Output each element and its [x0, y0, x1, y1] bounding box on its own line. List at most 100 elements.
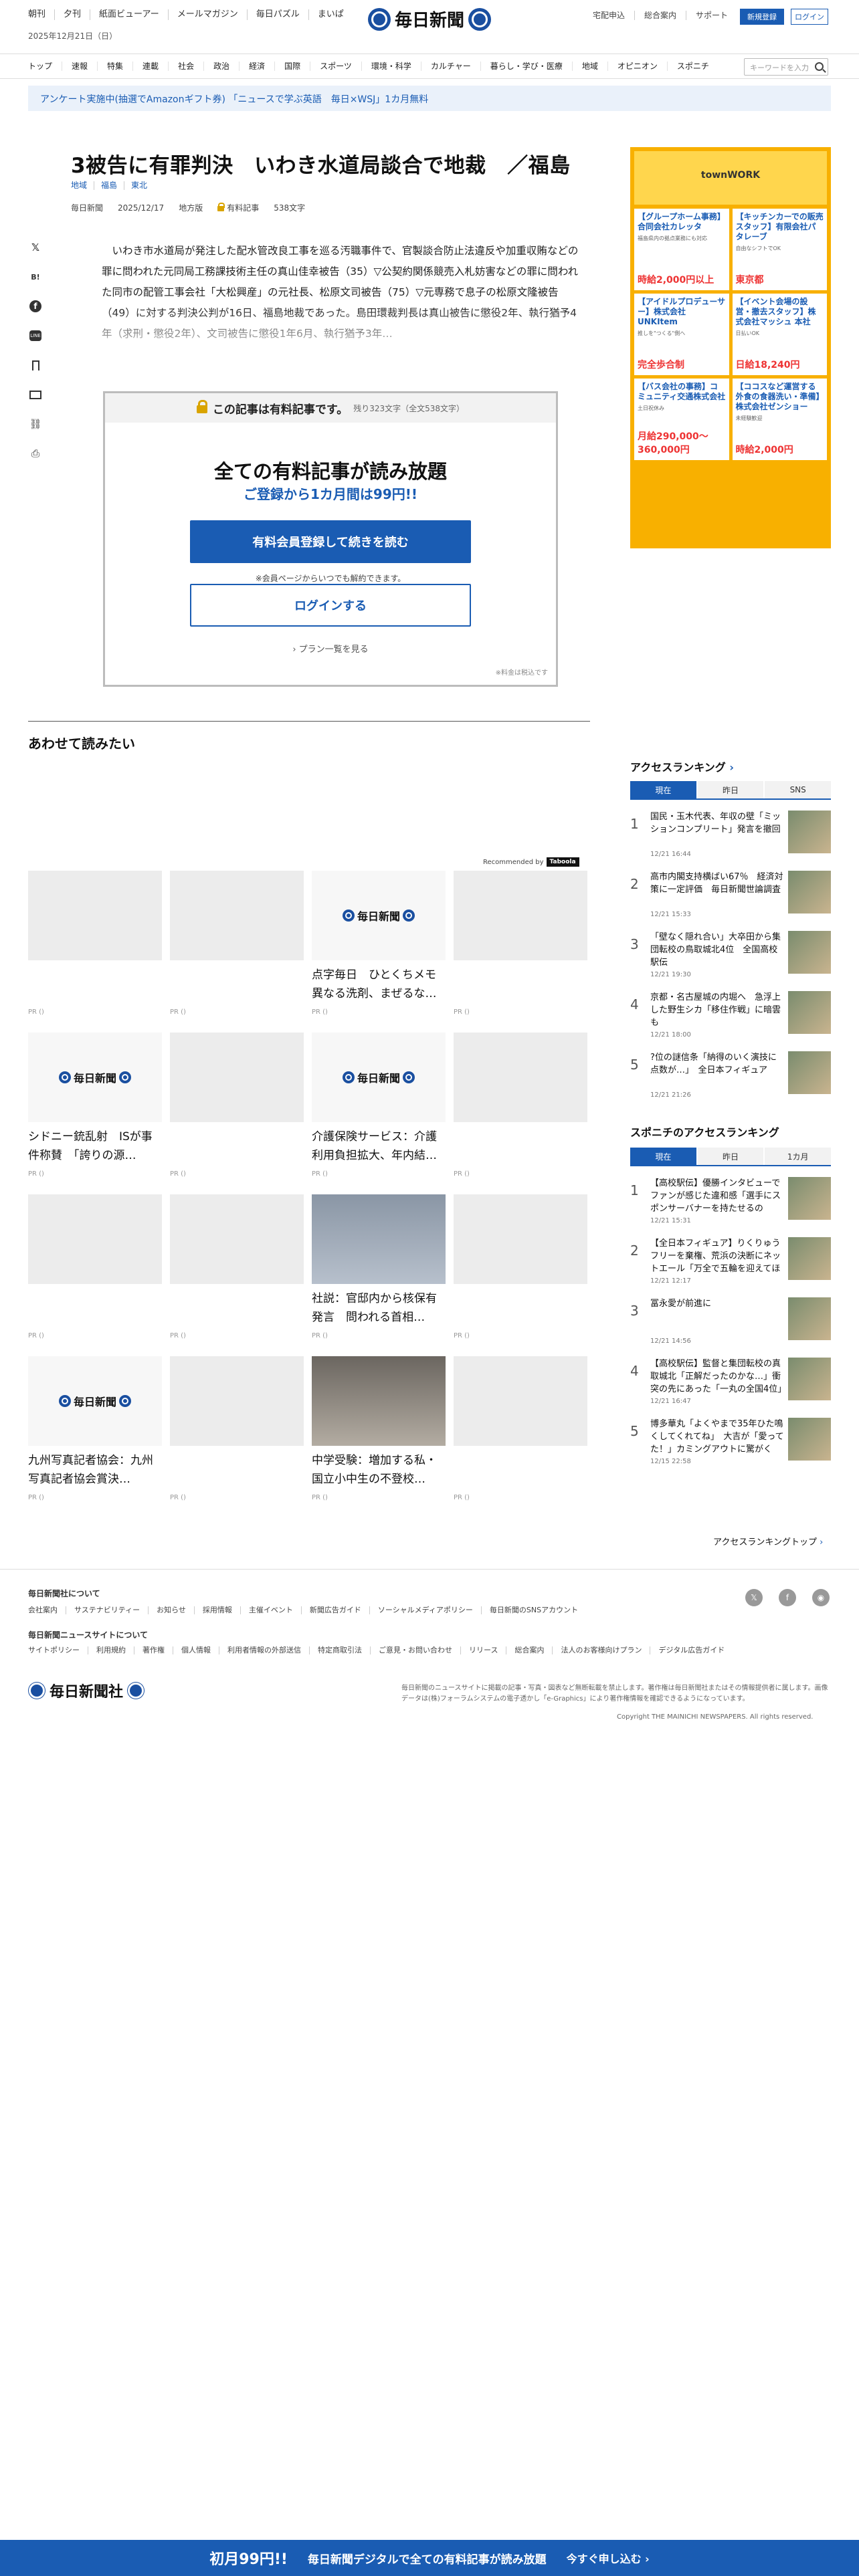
ranking-item[interactable]: 4 【高校駅伝】監督と集団転校の真取城北「正解だったのかな…」衝突の先にあった「一… [630, 1356, 831, 1410]
footer-link[interactable]: 採用情報 [195, 1606, 241, 1614]
category-link[interactable]: 地域 [71, 181, 95, 190]
related-card[interactable]: 中学受験：増加する私・国立小中生の不登校… PR () [312, 1356, 446, 1501]
top-link[interactable]: 毎日パズル [248, 9, 309, 20]
ranking-item[interactable]: 1 【高校駅伝】優勝インタビューでファンが感じた違和感「選手にスポンサーバナーを持… [630, 1176, 831, 1229]
related-card[interactable]: PR () [170, 1194, 304, 1339]
footer-link[interactable]: サイトポリシー [28, 1646, 88, 1654]
subscribe-button[interactable]: 有料会員登録して続きを読む [190, 520, 471, 563]
related-card[interactable]: PR () [28, 871, 162, 1016]
ranking-item[interactable]: 4 京都・名古屋城の内堀へ 急浮上した野生シカ「移住作戦」に暗雲も 12/21 18… [630, 990, 831, 1043]
nav-item[interactable]: 社会 [169, 62, 205, 71]
nav-item[interactable]: スポニチ [668, 62, 719, 71]
ranking-item[interactable]: 1 国民・玉木代表、年収の壁「ミッションコンプリート」発言を撤回 12/21 16:… [630, 809, 831, 863]
subscribe-bar[interactable]: 初月99円!! 毎日新聞デジタルで全ての有料記事が読み放題 今すぐ申し込む › [0, 2540, 859, 2576]
related-card[interactable]: 社説：官邸内から核保有発言 問われる首相… PR () [312, 1194, 446, 1339]
related-card[interactable]: 毎日新聞 点字毎日 ひとくちメモ 異なる洗剤、まぜるな… PR () [312, 871, 446, 1016]
header-link[interactable]: 宅配申込 [583, 11, 636, 20]
related-card[interactable]: PR () [170, 1033, 304, 1178]
top-link[interactable]: 紙面ビューアー [90, 9, 169, 20]
footer-link[interactable]: リリース [461, 1646, 507, 1654]
footer-logo[interactable]: 毎日新聞社 [28, 1680, 145, 1701]
promo-banner[interactable]: アンケート実施中(抽選でAmazonギフト券) 「ニュースで学ぶ英語 毎日×WS… [28, 86, 831, 111]
x-share-icon[interactable]: 𝕏 [29, 241, 42, 254]
top-link[interactable]: 夕刊 [55, 9, 91, 20]
footer-link[interactable]: デジタル広告ガイド [650, 1646, 733, 1654]
ad-job-card[interactable]: 【キッチンカーでの販売スタッフ】有限会社パタレーブ 自由なシフトでOK 東京都 [732, 209, 827, 290]
tab-month[interactable]: 1カ月 [765, 1148, 832, 1165]
facebook-share-icon[interactable]: f [29, 300, 42, 313]
top-link[interactable]: メールマガジン [169, 9, 248, 20]
related-card[interactable]: PR () [28, 1194, 162, 1339]
nav-item[interactable]: 特集 [98, 62, 134, 71]
x-icon[interactable]: 𝕏 [745, 1589, 763, 1606]
related-card[interactable]: PR () [454, 1033, 587, 1178]
ranking-item[interactable]: 3 「壁なく隠れ合い」大卒田から集団転校の鳥取城北4位 全国高校駅伝 12/21 1… [630, 930, 831, 983]
plan-list-link[interactable]: › プラン一覧を見る [105, 642, 556, 655]
header-link[interactable]: 総合案内 [635, 11, 687, 20]
nav-item[interactable]: スポーツ [310, 62, 362, 71]
paywall-login-button[interactable]: ログインする [190, 584, 471, 627]
ranking-item[interactable]: 2 【全日本フィギュア】りくりゅうフリーを棄権、荒浜の決断にネットエール「万全で五… [630, 1236, 831, 1289]
footer-link[interactable]: 毎日新聞のSNSアカウント [482, 1606, 586, 1614]
login-button[interactable]: ログイン [791, 9, 828, 25]
ad-job-card[interactable]: 【グループホーム事務】合同会社カレッタ 福島県内の拠点業務にも対応 時給2,000円… [634, 209, 729, 290]
register-button[interactable]: 新規登録 [740, 9, 784, 25]
search-input[interactable]: キーワードを入力 [744, 58, 828, 76]
nav-item[interactable]: 国際 [275, 62, 311, 71]
search-icon[interactable] [815, 62, 824, 71]
related-card[interactable]: 毎日新聞 シドニー銃乱射 ISが事件称賛 「誇りの源… PR () [28, 1033, 162, 1178]
nav-item[interactable]: 連載 [133, 62, 169, 71]
header-link[interactable]: サポート [686, 11, 737, 20]
ad-job-card[interactable]: 【イベント会場の設営・撤去スタッフ】株式会社マッシュ 本社 日払いOK 日給18,2… [732, 294, 827, 375]
line-share-icon[interactable]: LINE [29, 329, 42, 342]
footer-link[interactable]: サステナビリティー [66, 1606, 149, 1614]
related-card[interactable]: 毎日新聞 介護保険サービス：介護利用負担拡大、年内結… PR () [312, 1033, 446, 1178]
footer-link[interactable]: 法人のお客様向けプラン [553, 1646, 651, 1654]
top-link[interactable]: 朝刊 [28, 9, 56, 20]
ranking-item[interactable]: 5 ?位の謎信条「納得のいく演技に点数が…」 全日本フィギュア 12/21 21:2… [630, 1050, 831, 1103]
footer-link[interactable]: ソーシャルメディアポリシー [370, 1606, 482, 1614]
ranking-item[interactable]: 5 博多華丸「よくやまで35年ひた鳴くしてくれてね」 大吉が「愛ってた！」カミング… [630, 1416, 831, 1470]
nav-item[interactable]: トップ [28, 62, 63, 71]
footer-link[interactable]: お知らせ [149, 1606, 195, 1614]
top-link[interactable]: まいぱ [309, 9, 353, 20]
nav-item[interactable]: 速報 [62, 62, 98, 71]
nav-item[interactable]: カルチャー [421, 62, 481, 71]
ranking-item[interactable]: 3 冨永愛が前進に 12/21 14:56 [630, 1296, 831, 1350]
nav-item[interactable]: 地域 [573, 62, 608, 71]
ad-job-card[interactable]: 【ココスなど運営する外食の食器洗い・準備】株式会社ゼンショー 未経験歓迎 時給2,0… [732, 379, 827, 460]
category-link[interactable]: 福島 [94, 181, 125, 190]
line-icon[interactable]: ◉ [812, 1589, 830, 1606]
nav-item[interactable]: 環境・科学 [362, 62, 421, 71]
ranking-title[interactable]: アクセスランキング › [630, 758, 734, 774]
footer-link[interactable]: 会社案内 [28, 1606, 66, 1614]
nav-item[interactable]: 経済 [240, 62, 276, 71]
related-card[interactable]: PR () [170, 871, 304, 1016]
category-link[interactable]: 東北 [124, 181, 154, 190]
related-card[interactable]: PR () [170, 1356, 304, 1501]
footer-link[interactable]: 主催イベント [241, 1606, 302, 1614]
related-card[interactable]: PR () [454, 1356, 587, 1501]
facebook-icon[interactable]: f [779, 1589, 796, 1606]
print-icon[interactable]: ⎙ [29, 447, 42, 460]
footer-link[interactable]: 特定商取引法 [310, 1646, 371, 1654]
footer-link[interactable]: ご意見・お問い合わせ [371, 1646, 461, 1654]
related-card[interactable]: PR () [454, 1194, 587, 1339]
footer-link[interactable]: 著作権 [134, 1646, 173, 1654]
nav-item[interactable]: オピニオン [608, 62, 668, 71]
nav-item[interactable]: 政治 [204, 62, 240, 71]
hatena-share-icon[interactable]: B! [29, 270, 42, 284]
tab-now[interactable]: 現在 [630, 1148, 696, 1165]
bookmark-icon[interactable] [29, 358, 42, 372]
footer-link[interactable]: 総合案内 [506, 1646, 553, 1654]
apply-now-link[interactable]: 今すぐ申し込む › [567, 2550, 650, 2566]
ranking-item[interactable]: 2 高市内閣支持横ばい67％ 経済対策に一定評価 毎日新聞世論調査 12/21 15… [630, 869, 831, 923]
nav-item[interactable]: 暮らし・学び・医療 [481, 62, 573, 71]
ad-job-card[interactable]: 【アイドルプロデューサー】株式会社UNKItem 推しを"つくる"側へ 完全歩合制 [634, 294, 729, 375]
mail-icon[interactable] [29, 388, 42, 401]
job-ad[interactable]: townWORK 【グループホーム事務】合同会社カレッタ 福島県内の拠点業務にも対… [630, 147, 831, 548]
footer-link[interactable]: 新聞広告ガイド [302, 1606, 370, 1614]
link-icon[interactable]: ⛓ [29, 417, 42, 431]
related-card[interactable]: 毎日新聞 九州写真記者協会：九州写真記者協会賞決… PR () [28, 1356, 162, 1501]
footer-link[interactable]: 利用者情報の外部送信 [219, 1646, 310, 1654]
